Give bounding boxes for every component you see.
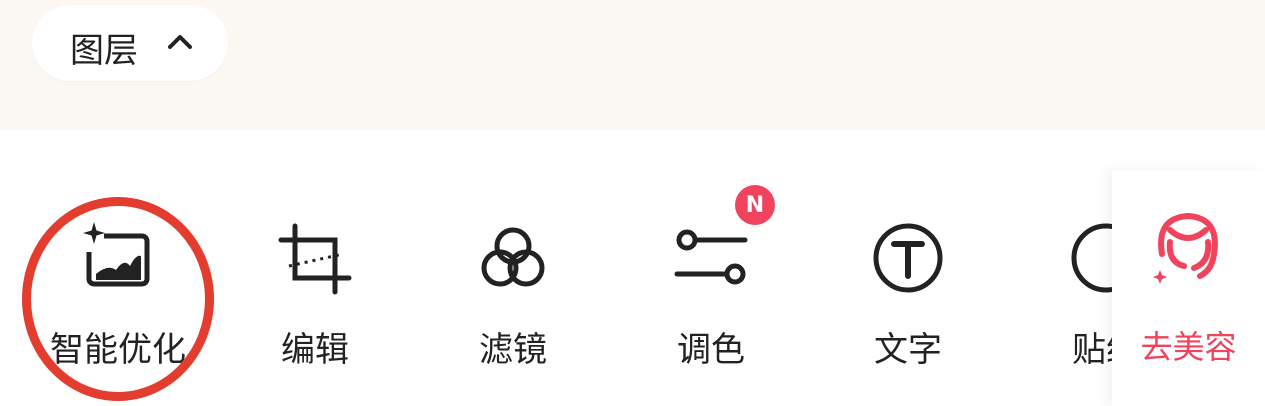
tool-label: 编辑 [281,330,349,370]
tool-label: 文字 [874,330,942,370]
tool-sticker[interactable]: 贴纸 [1040,130,1112,406]
new-badge: N [735,185,775,225]
tool-label: 贴纸 [1072,330,1112,370]
tool-label: 滤镜 [479,330,547,370]
tool-text[interactable]: 文字 [818,130,998,406]
tool-smart-optimize[interactable]: 智能优化 [28,130,208,406]
text-circle-icon [873,223,943,293]
tool-edit[interactable]: 编辑 [225,130,405,406]
top-area: 图层 [0,0,1265,130]
smart-optimize-icon [83,222,150,287]
layer-button[interactable]: 图层 [32,5,228,81]
go-beauty-label: 去美容 [1140,328,1237,366]
tool-filter[interactable]: 滤镜 [423,130,603,406]
tool-label: 调色 [677,330,745,370]
crop-icon [278,223,352,295]
tool-sticker-clip: 贴纸 [1040,130,1112,406]
tool-color-adjust[interactable]: N 调色 [621,130,801,406]
face-icon [1153,212,1218,284]
go-beauty-button[interactable]: 去美容 [1112,170,1265,406]
tool-label: 智能优化 [50,330,186,370]
chevron-up-icon [168,35,192,49]
sticker-icon [1071,223,1112,293]
tool-bar: 智能优化 编辑 滤镜 N 调色 文字 贴 去美容 [0,130,1265,406]
layer-button-label: 图层 [70,31,138,71]
adjust-sliders-icon [674,229,748,285]
filter-circles-icon [481,227,545,287]
